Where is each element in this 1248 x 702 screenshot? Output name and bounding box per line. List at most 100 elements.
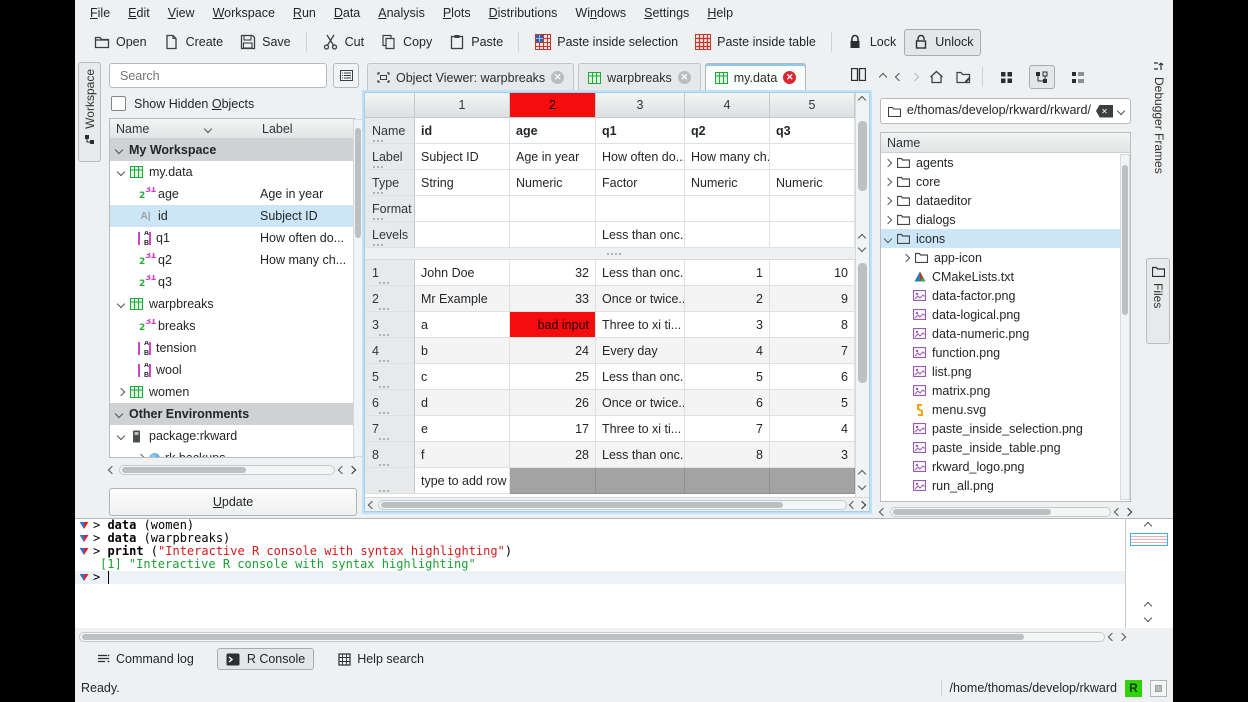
cell[interactable]: 25 — [510, 364, 596, 390]
row-number[interactable]: 7 — [365, 416, 415, 442]
path-combobox[interactable]: home/thomas/develop/rkward/rkward/ ✕ — [880, 98, 1131, 124]
cell[interactable]: Three to xi ti... — [596, 416, 685, 442]
column-header[interactable]: 5 — [770, 93, 855, 118]
console-hscrollbar[interactable] — [79, 630, 1125, 644]
editor-vscrollbar[interactable] — [855, 93, 869, 497]
file-item[interactable]: data-logical.png — [881, 305, 1130, 324]
menu-windows[interactable]: Windows — [566, 2, 635, 24]
cell[interactable]: Less than onc... — [596, 222, 685, 248]
scroll-left-icon[interactable] — [338, 466, 346, 474]
scroll-right-icon[interactable] — [348, 466, 356, 474]
scroll-right-icon[interactable] — [858, 500, 866, 508]
cell[interactable]: Once or twice... — [596, 390, 685, 416]
cell[interactable]: 17 — [510, 416, 596, 442]
minimap-view-rect[interactable] — [1130, 533, 1168, 546]
scroll-down-icon[interactable] — [858, 244, 866, 252]
cell[interactable]: id — [415, 118, 510, 144]
cell[interactable]: 2 — [685, 286, 770, 312]
icon-view-button[interactable] — [993, 65, 1019, 89]
menu-plots[interactable]: Plots — [434, 2, 480, 24]
tab-workspace-panel[interactable]: Workspace — [78, 62, 101, 162]
scroll-left-icon[interactable] — [879, 508, 887, 516]
menu-workspace[interactable]: Workspace — [204, 2, 284, 24]
console-prompt-line[interactable]: > — [75, 571, 1125, 584]
cell[interactable] — [510, 222, 596, 248]
file-item[interactable]: data-factor.png — [881, 286, 1130, 305]
cell[interactable]: b — [415, 338, 510, 364]
cell[interactable]: Numeric — [770, 170, 855, 196]
cell[interactable]: c — [415, 364, 510, 390]
cell[interactable]: 8 — [685, 442, 770, 468]
tab-command-log[interactable]: Command log — [87, 648, 203, 670]
create-button[interactable]: Create — [155, 29, 232, 56]
cell[interactable]: 8 — [770, 312, 855, 338]
cell[interactable]: How many ch... — [685, 144, 770, 170]
file-item[interactable]: dataeditor — [881, 191, 1130, 210]
scroll-up-icon[interactable] — [1144, 602, 1152, 610]
go-forward-icon[interactable] — [911, 73, 919, 81]
cell[interactable]: 3 — [685, 312, 770, 338]
tree-view-button[interactable] — [1029, 65, 1055, 89]
close-tab-icon[interactable]: ✕ — [678, 71, 691, 84]
search-options-button[interactable] — [333, 63, 359, 88]
file-item[interactable]: core — [881, 172, 1130, 191]
scroll-up-icon[interactable] — [1144, 522, 1152, 530]
file-item[interactable]: CMakeLists.txt — [881, 267, 1130, 286]
row-number[interactable]: 2 — [365, 286, 415, 312]
tree-item-id[interactable]: idSubject ID — [110, 205, 354, 227]
split-view-icon[interactable] — [850, 66, 867, 83]
open-button[interactable]: Open — [85, 29, 155, 56]
file-item[interactable]: dialogs — [881, 210, 1130, 229]
cell[interactable]: Numeric — [685, 170, 770, 196]
menu-settings[interactable]: Settings — [635, 2, 698, 24]
interrupt-button[interactable] — [1150, 680, 1167, 697]
cell[interactable]: 4 — [685, 338, 770, 364]
workspace-search[interactable] — [109, 63, 327, 88]
cell[interactable]: 9 — [770, 286, 855, 312]
cut-button[interactable]: Cut — [314, 29, 372, 56]
tree-item-women[interactable]: women — [110, 381, 354, 403]
tab-help-search[interactable]: Help search — [328, 648, 433, 670]
go-back-icon[interactable] — [895, 73, 903, 81]
home-icon[interactable] — [928, 69, 945, 86]
scroll-up-icon[interactable] — [858, 470, 866, 478]
tree-item-mydata[interactable]: my.data — [110, 161, 354, 183]
tree-item-package-rkward[interactable]: package:rkward — [110, 425, 354, 447]
cell[interactable]: String — [415, 170, 510, 196]
meta-data-splitter[interactable] — [365, 248, 857, 260]
cell[interactable] — [770, 144, 855, 170]
column-header[interactable]: 4 — [685, 93, 770, 118]
cell[interactable]: a — [415, 312, 510, 338]
cell[interactable] — [770, 222, 855, 248]
cell[interactable]: 32 — [510, 260, 596, 286]
cell[interactable]: 6 — [770, 364, 855, 390]
add-row-input[interactable]: type to add row — [415, 468, 510, 494]
cell[interactable] — [415, 222, 510, 248]
tab-object-viewer[interactable]: Object Viewer: warpbreaks✕ — [367, 63, 574, 91]
paste-inside-selection-button[interactable]: Paste inside selection — [526, 29, 686, 56]
file-item[interactable]: paste_inside_selection.png — [881, 419, 1130, 438]
cell[interactable]: Mr Example — [415, 286, 510, 312]
cell[interactable]: Numeric — [510, 170, 596, 196]
tree-item-age[interactable]: ageAge in year — [110, 183, 354, 205]
cell[interactable]: Less than onc... — [596, 442, 685, 468]
paste-button[interactable]: Paste — [440, 29, 511, 56]
tab-debugger-frames[interactable]: Debugger Frames — [1147, 52, 1171, 252]
cell[interactable]: f — [415, 442, 510, 468]
scroll-left-icon[interactable] — [1114, 508, 1122, 516]
cell[interactable] — [415, 196, 510, 222]
tab-r-console[interactable]: R Console — [217, 648, 314, 670]
menu-file[interactable]: File — [81, 2, 119, 24]
scroll-right-icon[interactable] — [1118, 633, 1126, 641]
cell[interactable]: How often do... — [596, 144, 685, 170]
save-button[interactable]: Save — [231, 29, 299, 56]
files-vscrollbar[interactable] — [1120, 154, 1130, 500]
file-item[interactable]: agents — [881, 153, 1130, 172]
cell[interactable]: q1 — [596, 118, 685, 144]
open-location-icon[interactable] — [955, 69, 972, 86]
row-number[interactable]: 4 — [365, 338, 415, 364]
close-tab-icon[interactable]: ✕ — [551, 71, 564, 84]
column-header[interactable]: 1 — [415, 93, 510, 118]
tree-item-rk-backups[interactable]: rk.backups — [110, 447, 354, 458]
menu-run[interactable]: Run — [284, 2, 325, 24]
